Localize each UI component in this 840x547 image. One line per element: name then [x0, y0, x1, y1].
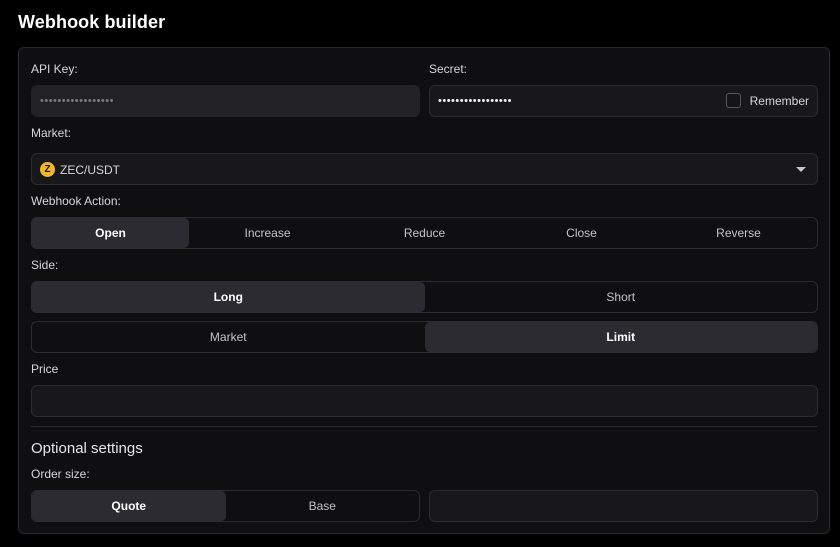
action-reduce-button[interactable]: Reduce: [346, 218, 503, 248]
order-type-segmented: Market Limit: [31, 321, 818, 353]
zec-coin-icon: Z: [40, 162, 55, 177]
market-select[interactable]: Z ZEC/USDT: [31, 153, 818, 185]
secret-label: Secret:: [429, 62, 468, 76]
order-type-limit-button[interactable]: Limit: [424, 322, 817, 352]
remember-checkbox[interactable]: [725, 93, 741, 108]
order-size-base-button[interactable]: Base: [226, 491, 420, 521]
price-input[interactable]: [31, 385, 818, 417]
action-reverse-button[interactable]: Reverse: [660, 218, 817, 248]
side-label: Side:: [31, 258, 59, 272]
price-label: Price: [31, 362, 59, 376]
side-long-button[interactable]: Long: [32, 282, 425, 312]
remember-toggle[interactable]: Remember: [725, 93, 809, 108]
webhook-action-label: Webhook Action:: [31, 194, 121, 208]
optional-settings-title: Optional settings: [31, 440, 143, 457]
side-short-button[interactable]: Short: [425, 282, 818, 312]
order-size-input[interactable]: [429, 490, 818, 522]
api-key-input[interactable]: •••••••••••••••••: [31, 85, 420, 117]
remember-label: Remember: [749, 93, 809, 108]
side-segmented: Long Short: [31, 281, 818, 313]
action-close-button[interactable]: Close: [503, 218, 660, 248]
order-size-label: Order size:: [31, 467, 90, 481]
api-key-label: API Key:: [31, 62, 78, 76]
section-divider: [31, 426, 817, 427]
action-open-button[interactable]: Open: [32, 218, 189, 248]
webhook-action-segmented: Open Increase Reduce Close Reverse: [31, 217, 818, 249]
action-increase-button[interactable]: Increase: [189, 218, 346, 248]
webhook-builder-card: API Key: ••••••••••••••••• Secret: •••••…: [18, 47, 830, 534]
market-label: Market:: [31, 126, 72, 140]
order-size-segmented: Quote Base: [31, 490, 420, 522]
chevron-down-icon[interactable]: [796, 167, 806, 172]
page-title: Webhook builder: [18, 12, 166, 32]
order-size-quote-button[interactable]: Quote: [32, 491, 226, 521]
secret-input[interactable]: ••••••••••••••••• Remember: [429, 85, 818, 117]
market-value: ZEC/USDT: [60, 163, 120, 177]
order-type-market-button[interactable]: Market: [32, 322, 425, 352]
secret-value: •••••••••••••••••: [438, 95, 512, 107]
api-key-value: •••••••••••••••••: [40, 95, 114, 107]
